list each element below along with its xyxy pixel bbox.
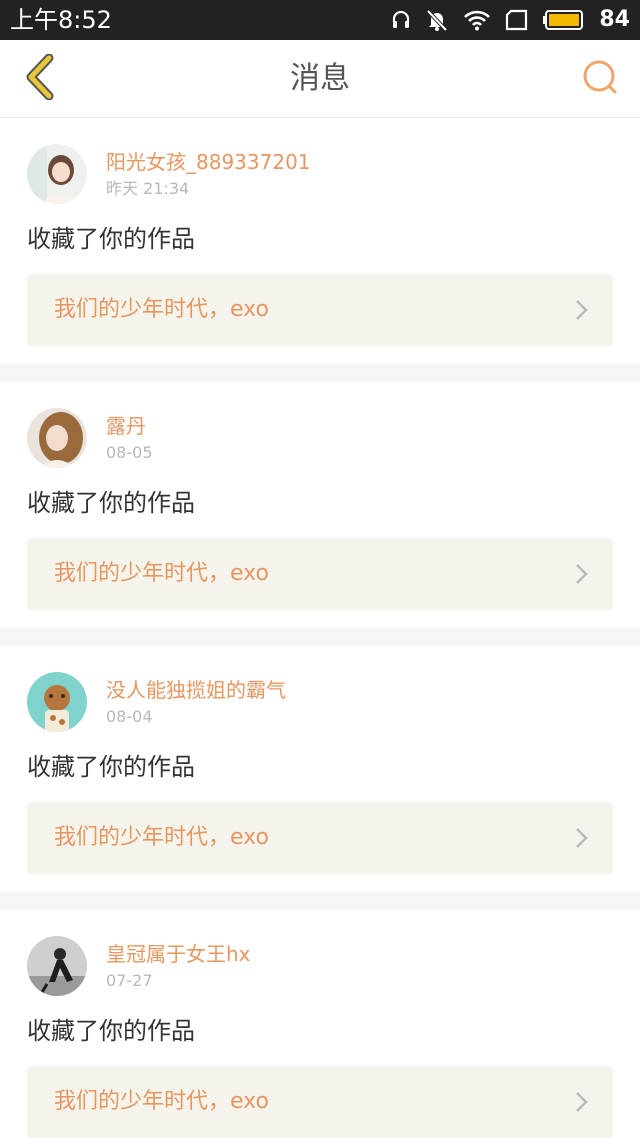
work-link[interactable]: 我们的少年时代，exo xyxy=(27,538,613,610)
status-icons: 84 xyxy=(391,5,630,35)
chevron-right-icon xyxy=(575,299,589,321)
avatar[interactable] xyxy=(27,936,87,996)
work-title: 我们的少年时代，exo xyxy=(54,1089,269,1114)
action-text: 收藏了你的作品 xyxy=(27,225,195,253)
page-title: 消息 xyxy=(290,61,350,96)
sim-card-icon xyxy=(505,9,529,31)
chevron-right-icon xyxy=(575,563,589,585)
timestamp: 昨天 21:34 xyxy=(106,179,190,198)
status-bar: 上午8:52 84 xyxy=(0,0,640,40)
chevron-right-icon xyxy=(575,1091,589,1113)
notification-list: 阳光女孩_889337201 昨天 21:34 收藏了你的作品 我们的少年时代，… xyxy=(0,118,640,1138)
avatar[interactable] xyxy=(27,408,87,468)
status-time: 上午8:52 xyxy=(10,6,112,34)
work-link[interactable]: 我们的少年时代，exo xyxy=(27,802,613,874)
notification-card: 皇冠属于女王hx 07-27 收藏了你的作品 我们的少年时代，exo xyxy=(0,910,640,1138)
work-title: 我们的少年时代，exo xyxy=(54,561,269,586)
work-link[interactable]: 我们的少年时代，exo xyxy=(27,1066,613,1138)
action-text: 收藏了你的作品 xyxy=(27,1017,195,1045)
user-name[interactable]: 露丹 xyxy=(106,412,146,440)
mute-bell-icon xyxy=(425,8,449,32)
wifi-icon xyxy=(463,9,491,31)
action-text: 收藏了你的作品 xyxy=(27,489,195,517)
user-name[interactable]: 没人能独揽姐的霸气 xyxy=(106,676,286,704)
timestamp: 08-04 xyxy=(106,707,153,726)
user-name[interactable]: 阳光女孩_889337201 xyxy=(106,148,311,176)
battery-icon xyxy=(543,9,585,31)
action-text: 收藏了你的作品 xyxy=(27,753,195,781)
avatar[interactable] xyxy=(27,672,87,732)
battery-level: 84 xyxy=(599,7,630,32)
work-link[interactable]: 我们的少年时代，exo xyxy=(27,274,613,346)
work-title: 我们的少年时代，exo xyxy=(54,825,269,850)
avatar[interactable] xyxy=(27,144,87,204)
timestamp: 08-05 xyxy=(106,443,153,462)
search-button[interactable] xyxy=(572,51,628,107)
notification-card: 没人能独揽姐的霸气 08-04 收藏了你的作品 我们的少年时代，exo xyxy=(0,646,640,892)
headset-icon xyxy=(391,9,411,31)
app-header: 消息 xyxy=(0,40,640,118)
notification-card: 露丹 08-05 收藏了你的作品 我们的少年时代，exo xyxy=(0,382,640,628)
user-name[interactable]: 皇冠属于女王hx xyxy=(106,940,251,968)
notification-card: 阳光女孩_889337201 昨天 21:34 收藏了你的作品 我们的少年时代，… xyxy=(0,118,640,364)
work-title: 我们的少年时代，exo xyxy=(54,297,269,322)
search-icon xyxy=(580,57,620,101)
chevron-right-icon xyxy=(575,827,589,849)
timestamp: 07-27 xyxy=(106,971,153,990)
